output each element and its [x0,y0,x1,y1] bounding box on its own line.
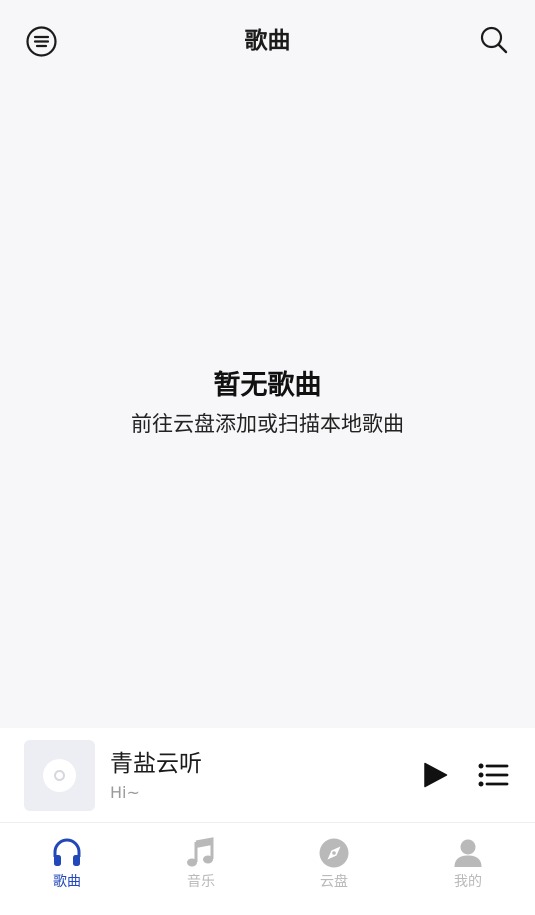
album-cover[interactable] [24,740,95,811]
empty-state-message: 前往云盘添加或扫描本地歌曲 [131,412,404,436]
playlist-icon[interactable] [478,762,509,788]
music-note-icon [187,837,214,867]
empty-state: 暂无歌曲 前往云盘添加或扫描本地歌曲 [0,366,535,442]
tab-cloud[interactable]: 云盘 [289,837,379,899]
user-icon [454,839,482,867]
app-header: 歌曲 [0,0,535,82]
tab-mine[interactable]: 我的 [423,837,513,899]
disc-icon [43,759,76,792]
tab-music-label: 音乐 [187,874,215,890]
tab-songs-label: 歌曲 [53,874,81,890]
song-subtitle: Hi~ [110,783,140,802]
empty-state-heading: 暂无歌曲 [213,370,322,401]
headphones-icon [53,838,81,866]
tab-mine-label: 我的 [454,874,482,890]
mini-player[interactable]: 青盐云听 Hi~ [0,728,535,823]
song-title: 青盐云听 [110,751,202,777]
play-icon[interactable] [420,760,450,790]
tab-songs[interactable]: 歌曲 [22,837,112,899]
compass-icon [319,838,349,868]
page-title: 歌曲 [244,28,291,54]
search-icon[interactable] [479,25,509,55]
tab-music[interactable]: 音乐 [156,837,246,899]
bottom-nav: 歌曲 音乐 云盘 我的 [0,823,535,915]
tab-cloud-label: 云盘 [320,874,348,890]
